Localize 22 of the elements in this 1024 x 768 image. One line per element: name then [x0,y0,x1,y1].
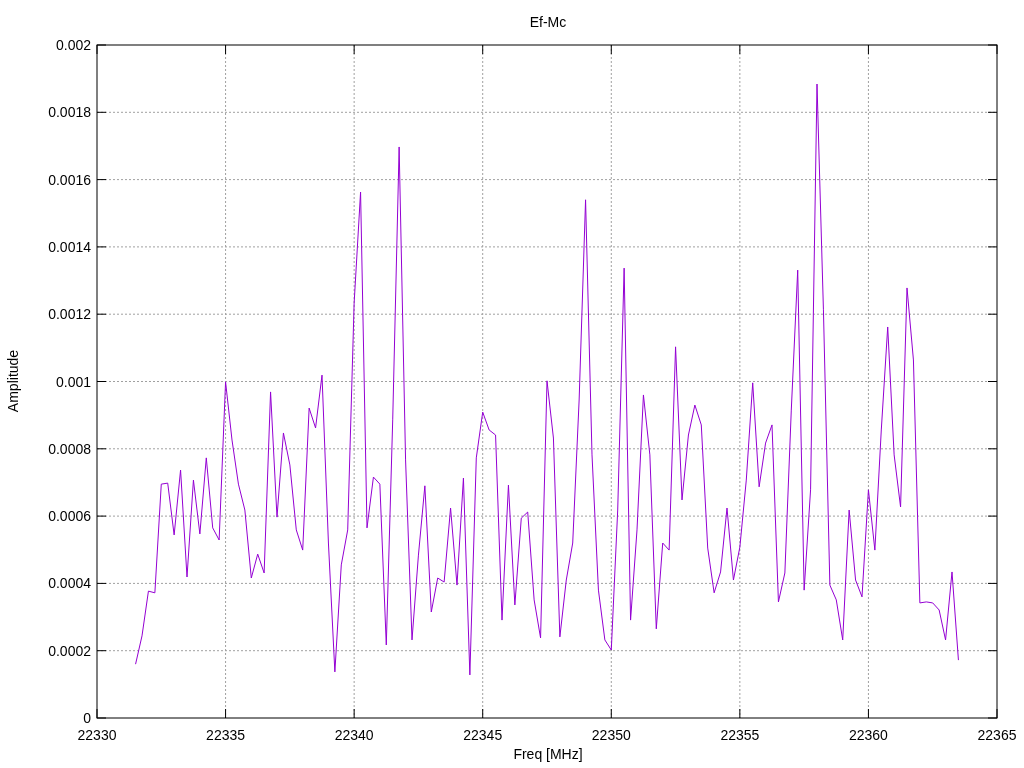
tick-label: 22360 [848,727,888,743]
tick-label: 0.0008 [48,440,91,457]
tick-label: 22345 [463,727,503,743]
tick-label: 22365 [977,727,1017,743]
tick-label: 0.0012 [48,306,91,323]
chart-title: Ef-Mc [529,14,567,30]
tick-label: 0.0016 [48,171,91,188]
tick-label: 0.001 [55,373,91,390]
tick-label: 0.0018 [48,104,91,121]
tick-label: 0 [83,710,91,726]
tick-label: 22330 [77,727,117,743]
tick-label: 0.0004 [48,575,91,592]
axis-label: Freq [MHz] [513,746,583,762]
tick-label: 0.002 [55,37,91,53]
tick-label: 0.0002 [48,642,91,659]
tick-label: 22350 [591,727,631,743]
tick-label: 22355 [720,727,760,743]
tick-label: 0.0014 [48,238,91,255]
tick-label: 22340 [334,727,374,743]
axis-label: Amplitude [5,349,21,413]
tick-label: 22335 [206,727,246,743]
tick-label: 0.0006 [48,508,91,525]
